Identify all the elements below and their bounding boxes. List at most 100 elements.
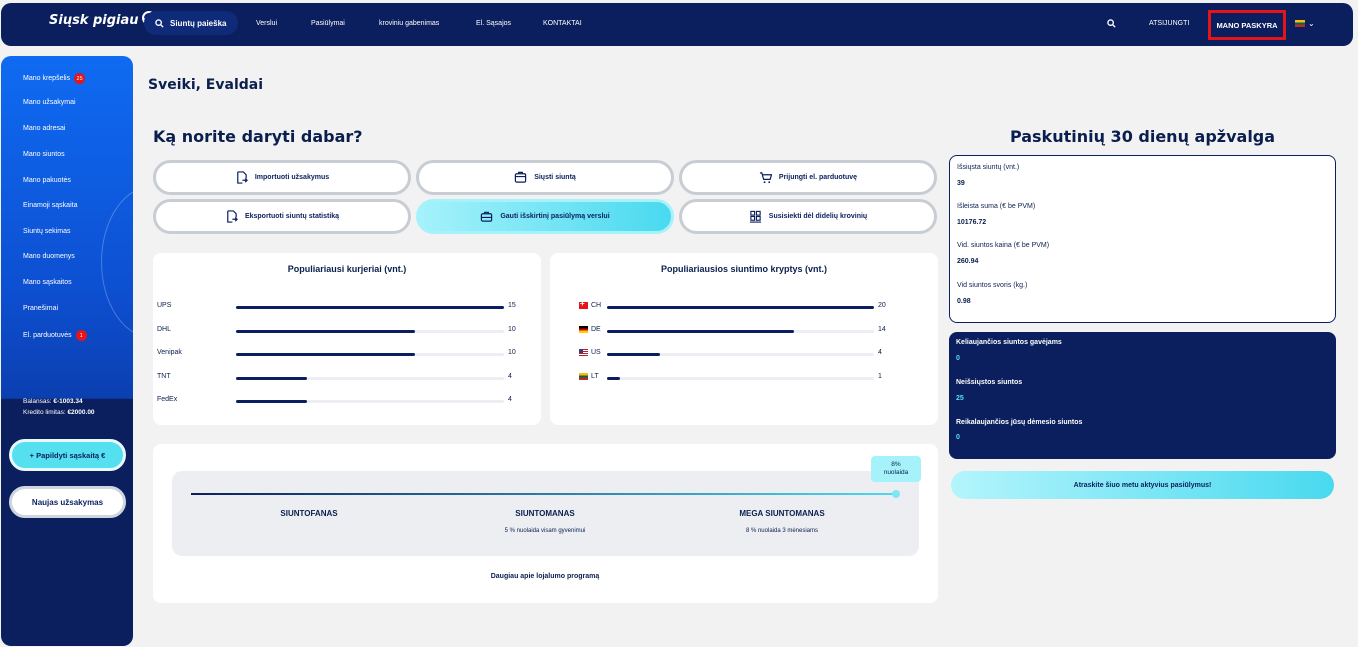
bar-fill: [236, 306, 504, 309]
bar-value: 10: [508, 349, 516, 356]
sidebar-item-label: Mano užsakymai: [23, 99, 76, 106]
flag-de-icon: [579, 325, 588, 333]
tier-name: MEGA SIUNTOMANAS: [739, 509, 825, 518]
bar-row-label: DHL: [157, 326, 171, 333]
shipment-search-label: Siuntų paieška: [170, 18, 227, 28]
nav-link-contacts[interactable]: KONTAKTAI: [543, 20, 582, 27]
export-icon: [227, 210, 238, 223]
nav-link-freight[interactable]: kroviniu gabenimas: [379, 20, 439, 27]
sidebar-item-orders[interactable]: Mano užsakymai: [23, 99, 76, 106]
flag-lt-icon: [1295, 20, 1305, 27]
greeting-heading: Sveiki, Evaldai: [148, 77, 264, 93]
sidebar-item-current-account[interactable]: Einamoji sąskaita: [23, 202, 77, 209]
shipment-search-button[interactable]: Siuntų paieška: [144, 11, 238, 35]
sidebar-item-my-data[interactable]: Mano duomenys: [23, 253, 75, 260]
bar-row-label: DE: [579, 325, 601, 333]
action-label: Importuoti užsakymus: [254, 174, 330, 181]
sidebar-item-eshops[interactable]: El. parduotuvės 1: [23, 330, 87, 341]
loyalty-discount-tooltip: 8% nuolaida: [871, 456, 921, 482]
large-cargo-button[interactable]: Susisiekti dėl didelių krovinių: [679, 199, 937, 234]
import-icon: [237, 171, 248, 184]
sidebar-item-label: Siuntų sekimas: [23, 228, 71, 235]
logout-button[interactable]: ATSIJUNGTI: [1149, 20, 1189, 27]
business-offer-button[interactable]: Gauti išskirtinį pasiūlymą verslui: [416, 199, 674, 234]
bar-value: 4: [508, 396, 512, 403]
import-orders-button[interactable]: Importuoti užsakymus: [153, 160, 411, 195]
tier-siuntomanas: SIUNTOMANAS 5 % nuolaida visam gyvenimui: [445, 509, 645, 534]
logo[interactable]: Siųsk pigiau: [49, 10, 156, 28]
action-label: Siųsti siuntą: [534, 174, 576, 181]
bar-value: 1: [878, 372, 882, 380]
bar-value: 4: [508, 372, 512, 380]
loyalty-progress-marker: [892, 490, 900, 498]
bar-fill: [236, 353, 415, 356]
bar-label-text: DE: [591, 325, 601, 333]
stat-label: Vid. siuntos kaina (€ be PVM): [957, 242, 1050, 249]
sidebar-item-notifications[interactable]: Pranešimai: [23, 305, 58, 312]
new-order-button[interactable]: Naujas užsakymas: [9, 486, 126, 518]
tier-name: SIUNTOMANAS: [515, 509, 575, 518]
sidebar-item-shipments[interactable]: Mano siuntos: [23, 151, 65, 158]
sidebar-item-label: Mano siuntos: [23, 151, 65, 158]
loyalty-progress-bar: [191, 493, 897, 495]
action-label: Eksportuoti siuntų statistiką: [244, 213, 340, 220]
bar-label-text: DHL: [157, 325, 172, 333]
my-account-button[interactable]: MANO PASKYRA: [1208, 10, 1286, 40]
nav-link-business[interactable]: Verslui: [256, 20, 277, 27]
sidebar: Mano krepšelis 25 Mano užsakymai Mano adr…: [1, 56, 133, 646]
tooltip-percent: 8%: [891, 461, 901, 468]
bar-value: 10: [508, 325, 516, 333]
bar-fill: [607, 376, 621, 380]
stat-value: 0.98: [957, 298, 971, 305]
stat-label: Išleista suma (€ be PVM): [957, 203, 1036, 210]
status-value: 0: [956, 434, 960, 441]
overview-heading: Paskutinių 30 dienų apžvalga: [1009, 127, 1276, 146]
bar-label-text: CH: [591, 302, 602, 309]
nav-link-offers[interactable]: Pasiūlymai: [311, 20, 345, 27]
sidebar-item-packages[interactable]: Mano pakuotės: [23, 177, 71, 184]
search-icon[interactable]: [1107, 19, 1116, 28]
sidebar-item-label: Mano sąskaitos: [23, 279, 72, 286]
eshops-count-badge: 1: [75, 330, 87, 341]
bar-track: [607, 306, 874, 309]
status-label: Reikalaujančios jūsų dėmesio siuntos: [956, 419, 1083, 426]
loyalty-more-link[interactable]: Daugiau apie lojalumo programą: [0, 573, 1090, 580]
bar-track: [236, 353, 504, 356]
stat-label: Išsiųsta siuntų (vnt.): [957, 164, 1020, 171]
cart-icon: [759, 172, 772, 184]
credit-limit-label: Kredito limitas:: [23, 409, 66, 416]
sidebar-item-label: Mano krepšelis: [23, 75, 71, 82]
stat-value: 10176.72: [957, 219, 987, 226]
bar-fill: [607, 353, 661, 356]
send-shipment-button[interactable]: Siųsti siuntą: [416, 160, 674, 195]
sidebar-item-label: Mano pakuotės: [23, 177, 71, 184]
bar-row-label: TNT: [157, 373, 171, 380]
tier-description: 8 % nuolaida 3 mėnesiams: [745, 528, 819, 534]
nav-link-integrations[interactable]: El. Sąsajos: [476, 20, 511, 27]
sidebar-item-addresses[interactable]: Mano adresai: [23, 125, 65, 132]
top-navigation: Siųsk pigiau Siuntų paieška Verslui Pasi…: [1, 3, 1353, 46]
sidebar-item-label: Einamoji sąskaita: [23, 202, 78, 209]
pallet-icon: [749, 210, 761, 223]
directions-title: Populiariausios siuntimo kryptys (vnt.): [660, 264, 828, 274]
chevron-down-icon: ⌄: [1308, 19, 1315, 28]
cart-count-badge: 25: [74, 73, 86, 84]
sidebar-item-cart[interactable]: Mano krepšelis 25: [23, 73, 86, 84]
active-offers-button[interactable]: Atraskite šiuo metu aktyvius pasiūlymus!: [951, 471, 1334, 499]
action-label: Gauti išskirtinį pasiūlymą verslui: [500, 213, 610, 220]
bar-row-label: Venipak: [157, 349, 182, 356]
package-icon: [514, 171, 527, 183]
topup-account-button[interactable]: + Papildyti sąskaitą €: [9, 439, 126, 471]
bar-row-label: FedEx: [157, 396, 177, 403]
shipment-status-box: Keliaujančios siuntos gavėjams 0 Neišsių…: [949, 332, 1336, 459]
export-statistics-button[interactable]: Eksportuoti siuntų statistiką: [153, 199, 411, 234]
bar-track: [607, 329, 874, 333]
bar-track: [236, 400, 504, 403]
tier-name: SIUNTOFANAS: [280, 509, 338, 518]
sidebar-item-invoices[interactable]: Mano sąskaitos: [23, 279, 72, 286]
bar-row-label: UPS: [157, 302, 171, 309]
language-selector[interactable]: ⌄: [1295, 19, 1315, 28]
connect-eshop-button[interactable]: Prijungti el. parduotuvę: [679, 160, 937, 195]
bar-value: 20: [878, 302, 886, 309]
sidebar-item-tracking[interactable]: Siuntų sekimas: [23, 228, 70, 235]
